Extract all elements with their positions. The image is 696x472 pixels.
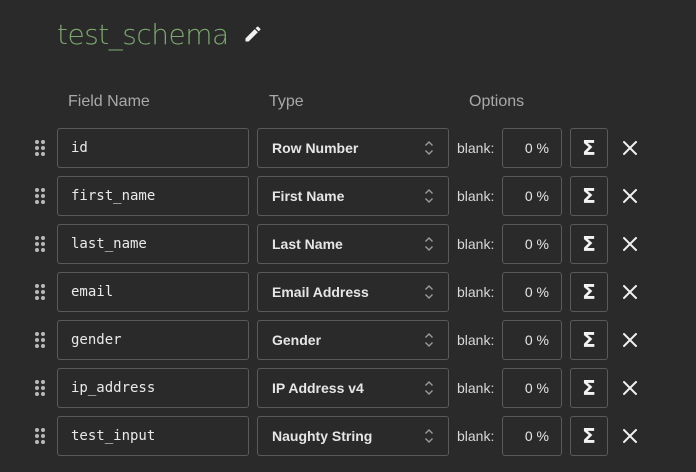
- type-select[interactable]: Email Address: [257, 272, 449, 312]
- close-icon[interactable]: [620, 186, 640, 206]
- drag-handle-icon[interactable]: [34, 379, 46, 397]
- blank-percent-input[interactable]: 0 %: [502, 176, 562, 216]
- field-name-input[interactable]: gender: [57, 320, 249, 360]
- sigma-icon: Σ: [582, 424, 596, 448]
- blank-percent-value: 0 %: [524, 380, 549, 396]
- type-select[interactable]: IP Address v4: [257, 368, 449, 408]
- blank-percent-value: 0 %: [524, 140, 549, 156]
- options-header: Options: [469, 93, 525, 110]
- field-row: gender Gender blank: 0 % Σ: [0, 320, 696, 360]
- sigma-icon: Σ: [582, 136, 596, 160]
- type-select[interactable]: Row Number: [257, 128, 449, 168]
- field-name-input[interactable]: ip_address: [57, 368, 249, 408]
- formula-button[interactable]: Σ: [570, 320, 608, 360]
- formula-button[interactable]: Σ: [570, 416, 608, 456]
- field-row: ip_address IP Address v4 blank: 0 % Σ: [0, 368, 696, 408]
- blank-label: blank:: [457, 380, 495, 396]
- type-select[interactable]: First Name: [257, 176, 449, 216]
- type-select-value: IP Address v4: [272, 380, 364, 396]
- field-row: test_input Naughty String blank: 0 % Σ: [0, 416, 696, 456]
- chevron-up-down-icon: [424, 188, 434, 204]
- sigma-icon: Σ: [582, 184, 596, 208]
- blank-percent-value: 0 %: [524, 428, 549, 444]
- drag-handle-icon[interactable]: [34, 427, 46, 445]
- blank-percent-input[interactable]: 0 %: [502, 416, 562, 456]
- blank-label: blank:: [457, 332, 495, 348]
- sigma-icon: Σ: [582, 280, 596, 304]
- sigma-icon: Σ: [582, 328, 596, 352]
- drag-handle-icon[interactable]: [34, 139, 46, 157]
- blank-percent-input[interactable]: 0 %: [502, 224, 562, 264]
- field-name-input[interactable]: last_name: [57, 224, 249, 264]
- type-select-value: Gender: [272, 332, 322, 348]
- close-icon[interactable]: [620, 330, 640, 350]
- blank-percent-input[interactable]: 0 %: [502, 272, 562, 312]
- formula-button[interactable]: Σ: [570, 224, 608, 264]
- blank-label: blank:: [457, 284, 495, 300]
- field-name-input[interactable]: id: [57, 128, 249, 168]
- chevron-up-down-icon: [424, 332, 434, 348]
- blank-percent-value: 0 %: [524, 236, 549, 252]
- field-row: last_name Last Name blank: 0 % Σ: [0, 224, 696, 264]
- chevron-up-down-icon: [424, 284, 434, 300]
- schema-editor: test_schema Field Name Type Options id R…: [0, 0, 696, 472]
- blank-percent-input[interactable]: 0 %: [502, 320, 562, 360]
- chevron-up-down-icon: [424, 140, 434, 156]
- sigma-icon: Σ: [582, 376, 596, 400]
- chevron-up-down-icon: [424, 236, 434, 252]
- chevron-up-down-icon: [424, 380, 434, 396]
- formula-button[interactable]: Σ: [570, 272, 608, 312]
- field-row: first_name First Name blank: 0 % Σ: [0, 176, 696, 216]
- blank-label: blank:: [457, 140, 495, 156]
- drag-handle-icon[interactable]: [34, 187, 46, 205]
- field-row: email Email Address blank: 0 % Σ: [0, 272, 696, 312]
- type-select-value: Row Number: [272, 140, 359, 156]
- field-name-input[interactable]: email: [57, 272, 249, 312]
- blank-label: blank:: [457, 236, 495, 252]
- drag-handle-icon[interactable]: [34, 331, 46, 349]
- type-select[interactable]: Naughty String: [257, 416, 449, 456]
- formula-button[interactable]: Σ: [570, 176, 608, 216]
- formula-button[interactable]: Σ: [570, 128, 608, 168]
- chevron-up-down-icon: [424, 428, 434, 444]
- field-name-header: Field Name: [68, 93, 150, 110]
- type-header: Type: [269, 93, 304, 110]
- blank-percent-value: 0 %: [524, 188, 549, 204]
- blank-label: blank:: [457, 428, 495, 444]
- blank-label: blank:: [457, 188, 495, 204]
- close-icon[interactable]: [620, 426, 640, 446]
- schema-title[interactable]: test_schema: [57, 18, 229, 51]
- type-select-value: First Name: [272, 188, 345, 204]
- close-icon[interactable]: [620, 138, 640, 158]
- schema-title-row: test_schema: [57, 14, 264, 54]
- field-name-input[interactable]: first_name: [57, 176, 249, 216]
- drag-handle-icon[interactable]: [34, 235, 46, 253]
- sigma-icon: Σ: [582, 232, 596, 256]
- field-name-input[interactable]: test_input: [57, 416, 249, 456]
- blank-percent-value: 0 %: [524, 284, 549, 300]
- drag-handle-icon[interactable]: [34, 283, 46, 301]
- pencil-icon[interactable]: [242, 23, 264, 45]
- type-select[interactable]: Gender: [257, 320, 449, 360]
- type-select-value: Naughty String: [272, 428, 373, 444]
- type-select[interactable]: Last Name: [257, 224, 449, 264]
- close-icon[interactable]: [620, 234, 640, 254]
- blank-percent-input[interactable]: 0 %: [502, 368, 562, 408]
- blank-percent-value: 0 %: [524, 332, 549, 348]
- blank-percent-input[interactable]: 0 %: [502, 128, 562, 168]
- type-select-value: Email Address: [272, 284, 369, 300]
- field-row: id Row Number blank: 0 % Σ: [0, 128, 696, 168]
- type-select-value: Last Name: [272, 236, 343, 252]
- close-icon[interactable]: [620, 282, 640, 302]
- formula-button[interactable]: Σ: [570, 368, 608, 408]
- close-icon[interactable]: [620, 378, 640, 398]
